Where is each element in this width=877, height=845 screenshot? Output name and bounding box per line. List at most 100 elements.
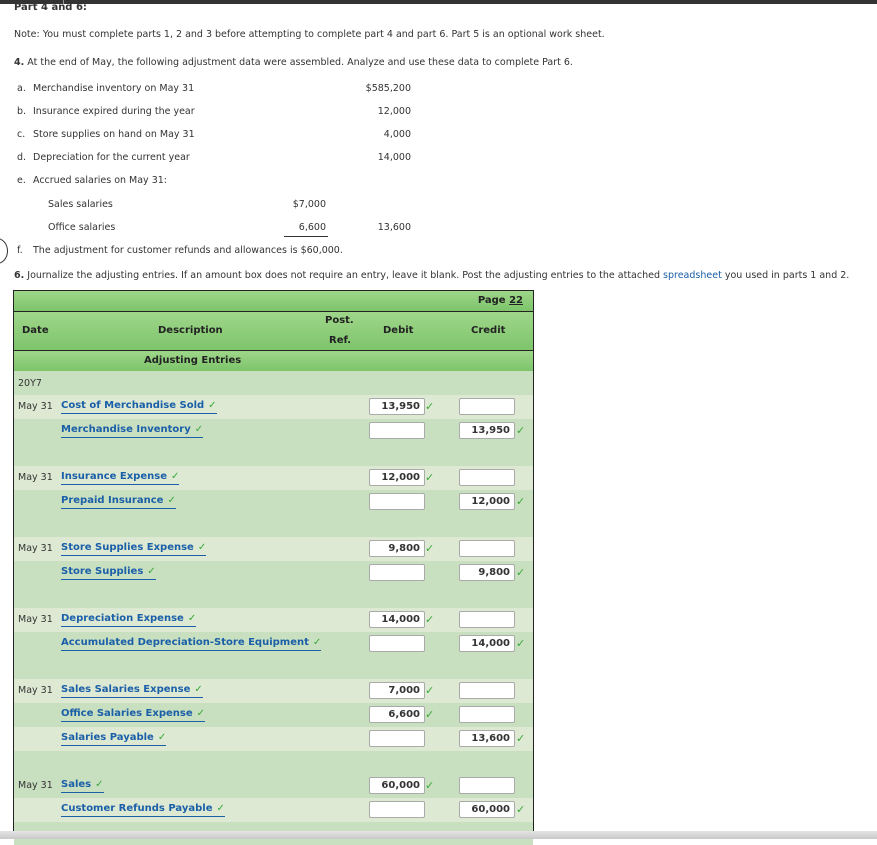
check-icon: ✓	[216, 803, 225, 814]
account-name: Office Salaries Expense	[61, 708, 193, 719]
entry-date: May 31	[18, 614, 53, 625]
check-icon: ✓	[167, 495, 176, 506]
account-field[interactable]: Sales ✓	[61, 779, 104, 793]
header-date: Date	[22, 325, 49, 336]
account-name: Sales	[61, 779, 92, 790]
account-field[interactable]: Sales Salaries Expense ✓	[61, 684, 203, 698]
item-letter: c.	[17, 129, 26, 140]
journal-entry-row: Store Supplies ✓ 9,800 ✓	[14, 561, 533, 585]
debit-input[interactable]: 9,800	[369, 540, 425, 557]
check-icon: ✓	[187, 613, 197, 624]
debit-input[interactable]	[369, 730, 425, 747]
account-field[interactable]: Office Salaries Expense ✓	[61, 708, 206, 722]
debit-input[interactable]	[369, 493, 425, 510]
item-amount: 14,000	[377, 152, 411, 163]
credit-input[interactable]: 9,800	[459, 564, 515, 581]
account-field[interactable]: Store Supplies ✓	[61, 566, 156, 580]
item-letter: b.	[17, 106, 27, 117]
check-icon: ✓	[425, 471, 435, 484]
item-letter: d.	[17, 152, 27, 163]
account-field[interactable]: Depreciation Expense ✓	[61, 613, 197, 627]
account-name: Insurance Expense	[61, 471, 167, 482]
spacer-row	[14, 514, 533, 537]
account-name: Store Supplies	[61, 566, 144, 577]
credit-input[interactable]: 13,950	[459, 422, 515, 439]
journal-page-header: Page 22	[14, 290, 533, 312]
debit-input[interactable]: 6,600	[369, 706, 425, 723]
header-post-ref-2: Ref.	[329, 335, 352, 346]
journal-column-header: Date Description Post. Ref. Debit Credit	[14, 311, 533, 353]
account-name: Cost of Merchandise Sold	[61, 400, 205, 411]
debit-input[interactable]: 14,000	[369, 611, 425, 628]
check-icon: ✓	[312, 637, 322, 648]
account-field[interactable]: Salaries Payable ✓	[61, 732, 167, 746]
debit-input[interactable]: 7,000	[369, 682, 425, 699]
check-icon: ✓	[516, 637, 526, 650]
journal-entry-row: Prepaid Insurance ✓ 12,000 ✓	[14, 490, 533, 514]
account-name: Store Supplies Expense	[61, 542, 194, 553]
part6-text-after: you used in parts 1 and 2.	[724, 270, 850, 281]
office-salaries-amount: 6,600	[298, 222, 326, 233]
account-field[interactable]: Customer Refunds Payable ✓	[61, 803, 225, 817]
debit-input[interactable]: 12,000	[369, 469, 425, 486]
adjustment-item: a. Merchandise inventory on May 31	[17, 83, 194, 94]
item-letter: a.	[17, 83, 26, 94]
debit-input[interactable]	[369, 564, 425, 581]
journal-entry-row: May 31 Store Supplies Expense ✓ 9,800 ✓	[14, 537, 533, 561]
account-name: Prepaid Insurance	[61, 495, 164, 506]
spacer-row	[14, 443, 533, 466]
debit-input[interactable]	[369, 635, 425, 652]
adjusting-entries-label: Adjusting Entries	[144, 355, 242, 366]
credit-input[interactable]	[459, 540, 515, 557]
year-row: 20Y7	[14, 371, 533, 395]
entry-date: May 31	[18, 472, 53, 483]
account-field[interactable]: Prepaid Insurance ✓	[61, 495, 176, 509]
header-debit: Debit	[383, 325, 414, 336]
journal-entry-row: Customer Refunds Payable ✓ 60,000 ✓	[14, 798, 533, 822]
account-name: Depreciation Expense	[61, 613, 184, 624]
credit-input[interactable]	[459, 706, 515, 723]
journal-entry-row: Salaries Payable ✓ 13,600 ✓	[14, 727, 533, 751]
account-field[interactable]: Insurance Expense ✓	[61, 471, 180, 485]
item-amount: 12,000	[377, 106, 411, 117]
adjusting-entries-header: Adjusting Entries	[14, 350, 533, 372]
spreadsheet-link[interactable]: spreadsheet	[663, 270, 722, 281]
item-f-label: The adjustment for customer refunds and …	[33, 245, 343, 256]
account-field[interactable]: Accumulated Depreciation-Store Equipment…	[61, 637, 322, 651]
journal-entry-row: Accumulated Depreciation-Store Equipment…	[14, 632, 533, 656]
credit-input[interactable]: 60,000	[459, 801, 515, 818]
account-field[interactable]: Cost of Merchandise Sold ✓	[61, 400, 217, 414]
journal-entry-row: May 31 Insurance Expense ✓ 12,000 ✓	[14, 466, 533, 490]
debit-input[interactable]: 60,000	[369, 777, 425, 794]
check-icon: ✓	[425, 779, 435, 792]
item-f: f. The adjustment for customer refunds an…	[17, 245, 343, 256]
check-icon: ✓	[425, 708, 435, 721]
check-icon: ✓	[516, 803, 526, 816]
credit-input[interactable]: 13,600	[459, 730, 515, 747]
journal-entry-row: May 31 Cost of Merchandise Sold ✓ 13,950 ✓	[14, 395, 533, 419]
credit-input[interactable]	[459, 611, 515, 628]
debit-input[interactable]	[369, 801, 425, 818]
section-title: Part 4 and 6:	[14, 2, 87, 13]
credit-input[interactable]	[459, 777, 515, 794]
office-salaries-label: Office salaries	[48, 222, 116, 233]
credit-input[interactable]: 12,000	[459, 493, 515, 510]
header-description: Description	[158, 325, 223, 336]
credit-input[interactable]	[459, 398, 515, 415]
account-field[interactable]: Store Supplies Expense ✓	[61, 542, 207, 556]
account-field[interactable]: Merchandise Inventory ✓	[61, 424, 204, 438]
credit-input[interactable]	[459, 469, 515, 486]
debit-input[interactable]: 13,950	[369, 398, 425, 415]
credit-input[interactable]	[459, 682, 515, 699]
debit-input[interactable]	[369, 422, 425, 439]
check-icon: ✓	[516, 566, 526, 579]
check-icon: ✓	[425, 613, 435, 626]
credit-input[interactable]: 14,000	[459, 635, 515, 652]
sales-salaries-amount: $7,000	[292, 199, 326, 210]
check-icon: ✓	[170, 471, 180, 482]
part4-text: At the end of May, the following adjustm…	[27, 57, 573, 68]
part6-instructions: 6. Journalize the adjusting entries. If …	[14, 270, 849, 281]
check-icon: ✓	[516, 424, 526, 437]
item-amount: $585,200	[365, 83, 411, 94]
spacer-row	[14, 656, 533, 679]
